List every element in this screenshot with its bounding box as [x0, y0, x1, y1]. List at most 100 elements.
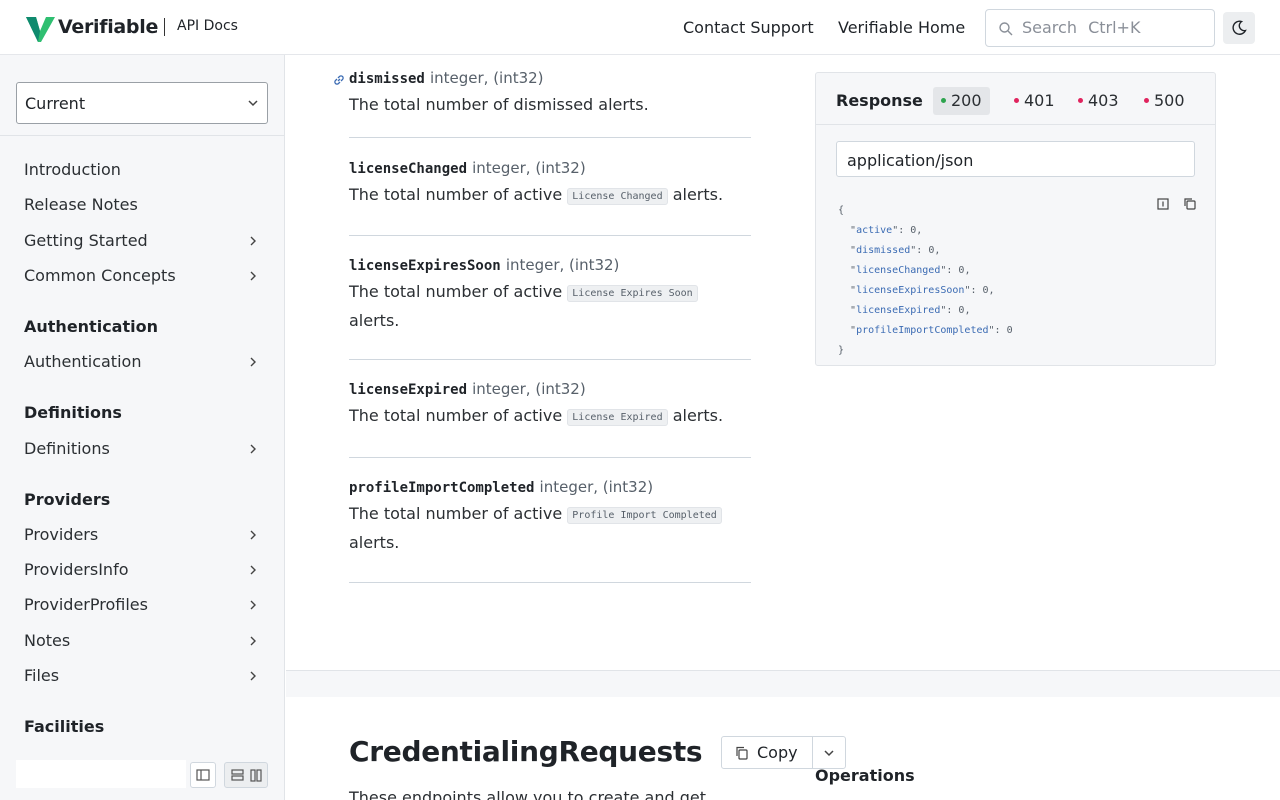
property-divider: [349, 137, 751, 138]
sidebar-section-authentication: Authentication: [24, 317, 158, 336]
response-header: Response 200 401 403 500: [816, 73, 1215, 125]
anchor-link-icon[interactable]: [332, 73, 346, 87]
sidebar-item-label: ProvidersInfo: [24, 560, 129, 579]
status-tab-500[interactable]: 500: [1136, 87, 1193, 115]
search-input[interactable]: Search Ctrl+K: [985, 9, 1215, 47]
sidebar-section-facilities: Facilities: [24, 717, 105, 736]
status-dot-icon: [1078, 98, 1083, 103]
brand-logo[interactable]: Verifiable: [24, 11, 158, 43]
property-license-changed: licenseChanged integer, (int32) The tota…: [349, 158, 751, 210]
property-license-expires-soon: licenseExpiresSoon integer, (int32) The …: [349, 255, 751, 334]
property-name: licenseExpiresSoon: [349, 258, 501, 274]
sidebar-item-files[interactable]: Files: [24, 666, 264, 685]
property-divider: [349, 457, 751, 458]
status-code-label: 200: [951, 91, 982, 110]
copy-icon[interactable]: [1183, 197, 1197, 211]
response-title: Response: [836, 91, 923, 110]
sidebar-item-authentication[interactable]: Authentication: [24, 352, 264, 371]
layout-stacked-icon[interactable]: [227, 763, 247, 787]
sidebar-divider: [0, 135, 285, 136]
property-divider: [349, 359, 751, 360]
chevron-right-icon: [250, 636, 256, 646]
brand-name: Verifiable: [58, 16, 159, 38]
sidebar-item-label: ProviderProfiles: [24, 595, 148, 614]
sidebar-section-providers: Providers: [24, 490, 111, 509]
chevron-right-icon: [250, 565, 256, 575]
layout-toggle[interactable]: [224, 762, 268, 788]
sidebar-collapse-icon: [196, 769, 210, 781]
copy-section-button[interactable]: Copy: [721, 736, 813, 769]
property-name: licenseExpired: [349, 382, 468, 398]
sidebar-item-introduction[interactable]: Introduction: [24, 160, 264, 179]
api-docs-label[interactable]: API Docs: [177, 18, 238, 34]
property-description: The total number of dismissed alerts.: [349, 95, 649, 114]
json-brace: }: [838, 345, 845, 356]
property-description: The total number of active License Expir…: [349, 402, 751, 431]
property-profile-import-completed: profileImportCompleted integer, (int32) …: [349, 477, 751, 556]
chevron-down-icon: [248, 100, 258, 107]
alert-type-code: License Changed: [567, 188, 668, 205]
chevron-right-icon: [250, 600, 256, 610]
json-key: active: [856, 225, 893, 236]
property-type: integer, (int32): [505, 256, 620, 274]
sidebar-item-definitions[interactable]: Definitions: [24, 439, 264, 458]
chevron-right-icon: [250, 671, 256, 681]
sidebar-section-definitions: Definitions: [24, 403, 122, 422]
chevron-right-icon: [250, 530, 256, 540]
collapse-sidebar-button[interactable]: [190, 762, 216, 788]
sidebar-item-notes[interactable]: Notes: [24, 631, 264, 650]
property-divider: [349, 235, 751, 236]
collapse-json-icon[interactable]: [1156, 197, 1170, 211]
sidebar-item-providers[interactable]: Providers: [24, 525, 264, 544]
sidebar-item-common-concepts[interactable]: Common Concepts: [24, 266, 264, 285]
section-title: CredentialingRequests: [349, 735, 703, 768]
json-brace: {: [838, 205, 845, 216]
json-key: profileImportCompleted: [856, 325, 989, 336]
status-tab-403[interactable]: 403: [1070, 87, 1127, 115]
section-description: These endpoints allow you to create and …: [349, 788, 707, 800]
status-dot-icon: [941, 98, 946, 103]
copy-options-dropdown[interactable]: [812, 736, 846, 769]
sidebar-item-label: Files: [24, 666, 60, 685]
description-text: alerts.: [349, 533, 400, 552]
sidebar-item-label: Getting Started: [24, 231, 148, 250]
description-text: alerts.: [672, 406, 724, 425]
status-code-label: 500: [1154, 91, 1185, 110]
json-value: 0: [958, 265, 965, 276]
search-shortcut: Ctrl+K: [1088, 18, 1141, 37]
json-key: licenseExpiresSoon: [856, 285, 965, 296]
sidebar-item-label: Release Notes: [24, 195, 138, 214]
version-select[interactable]: Current: [16, 82, 268, 124]
sidebar-item-label: Definitions: [24, 439, 110, 458]
description-text: The total number of active: [349, 185, 563, 204]
description-text: The total number of active: [349, 282, 563, 301]
sidebar-item-label: Providers: [24, 525, 99, 544]
description-text: alerts.: [672, 185, 724, 204]
status-tab-200[interactable]: 200: [933, 87, 990, 115]
property-type: integer, (int32): [472, 159, 586, 177]
search-placeholder: Search: [1022, 18, 1077, 37]
sidebar-item-release-notes[interactable]: Release Notes: [24, 195, 264, 214]
sidebar-item-providersinfo[interactable]: ProvidersInfo: [24, 560, 264, 579]
sidebar-item-getting-started[interactable]: Getting Started: [24, 231, 264, 250]
contact-support-link[interactable]: Contact Support: [683, 18, 814, 37]
json-key: licenseChanged: [856, 265, 941, 276]
theme-toggle-button[interactable]: [1223, 12, 1255, 44]
brand-divider: [164, 18, 165, 36]
layout-columns-icon[interactable]: [247, 763, 267, 787]
sidebar: Current Introduction Release Notes Getti…: [0, 55, 285, 800]
sidebar-footer-filter[interactable]: [16, 760, 186, 788]
property-license-expired: licenseExpired integer, (int32) The tota…: [349, 379, 751, 431]
verifiable-home-link[interactable]: Verifiable Home: [838, 18, 965, 37]
json-key: dismissed: [856, 245, 911, 256]
property-name: licenseChanged: [349, 161, 468, 177]
sidebar-item-providerprofiles[interactable]: ProviderProfiles: [24, 595, 264, 614]
property-type: integer, (int32): [429, 69, 544, 87]
property-description: The total number of active License Expir…: [349, 278, 751, 334]
content-type-select[interactable]: application/json: [836, 141, 1195, 177]
operations-heading: Operations: [815, 766, 915, 785]
property-description: The total number of active Profile Impor…: [349, 500, 751, 556]
status-tab-401[interactable]: 401: [1006, 87, 1063, 115]
chevron-right-icon: [250, 444, 256, 454]
status-dot-icon: [1144, 98, 1149, 103]
